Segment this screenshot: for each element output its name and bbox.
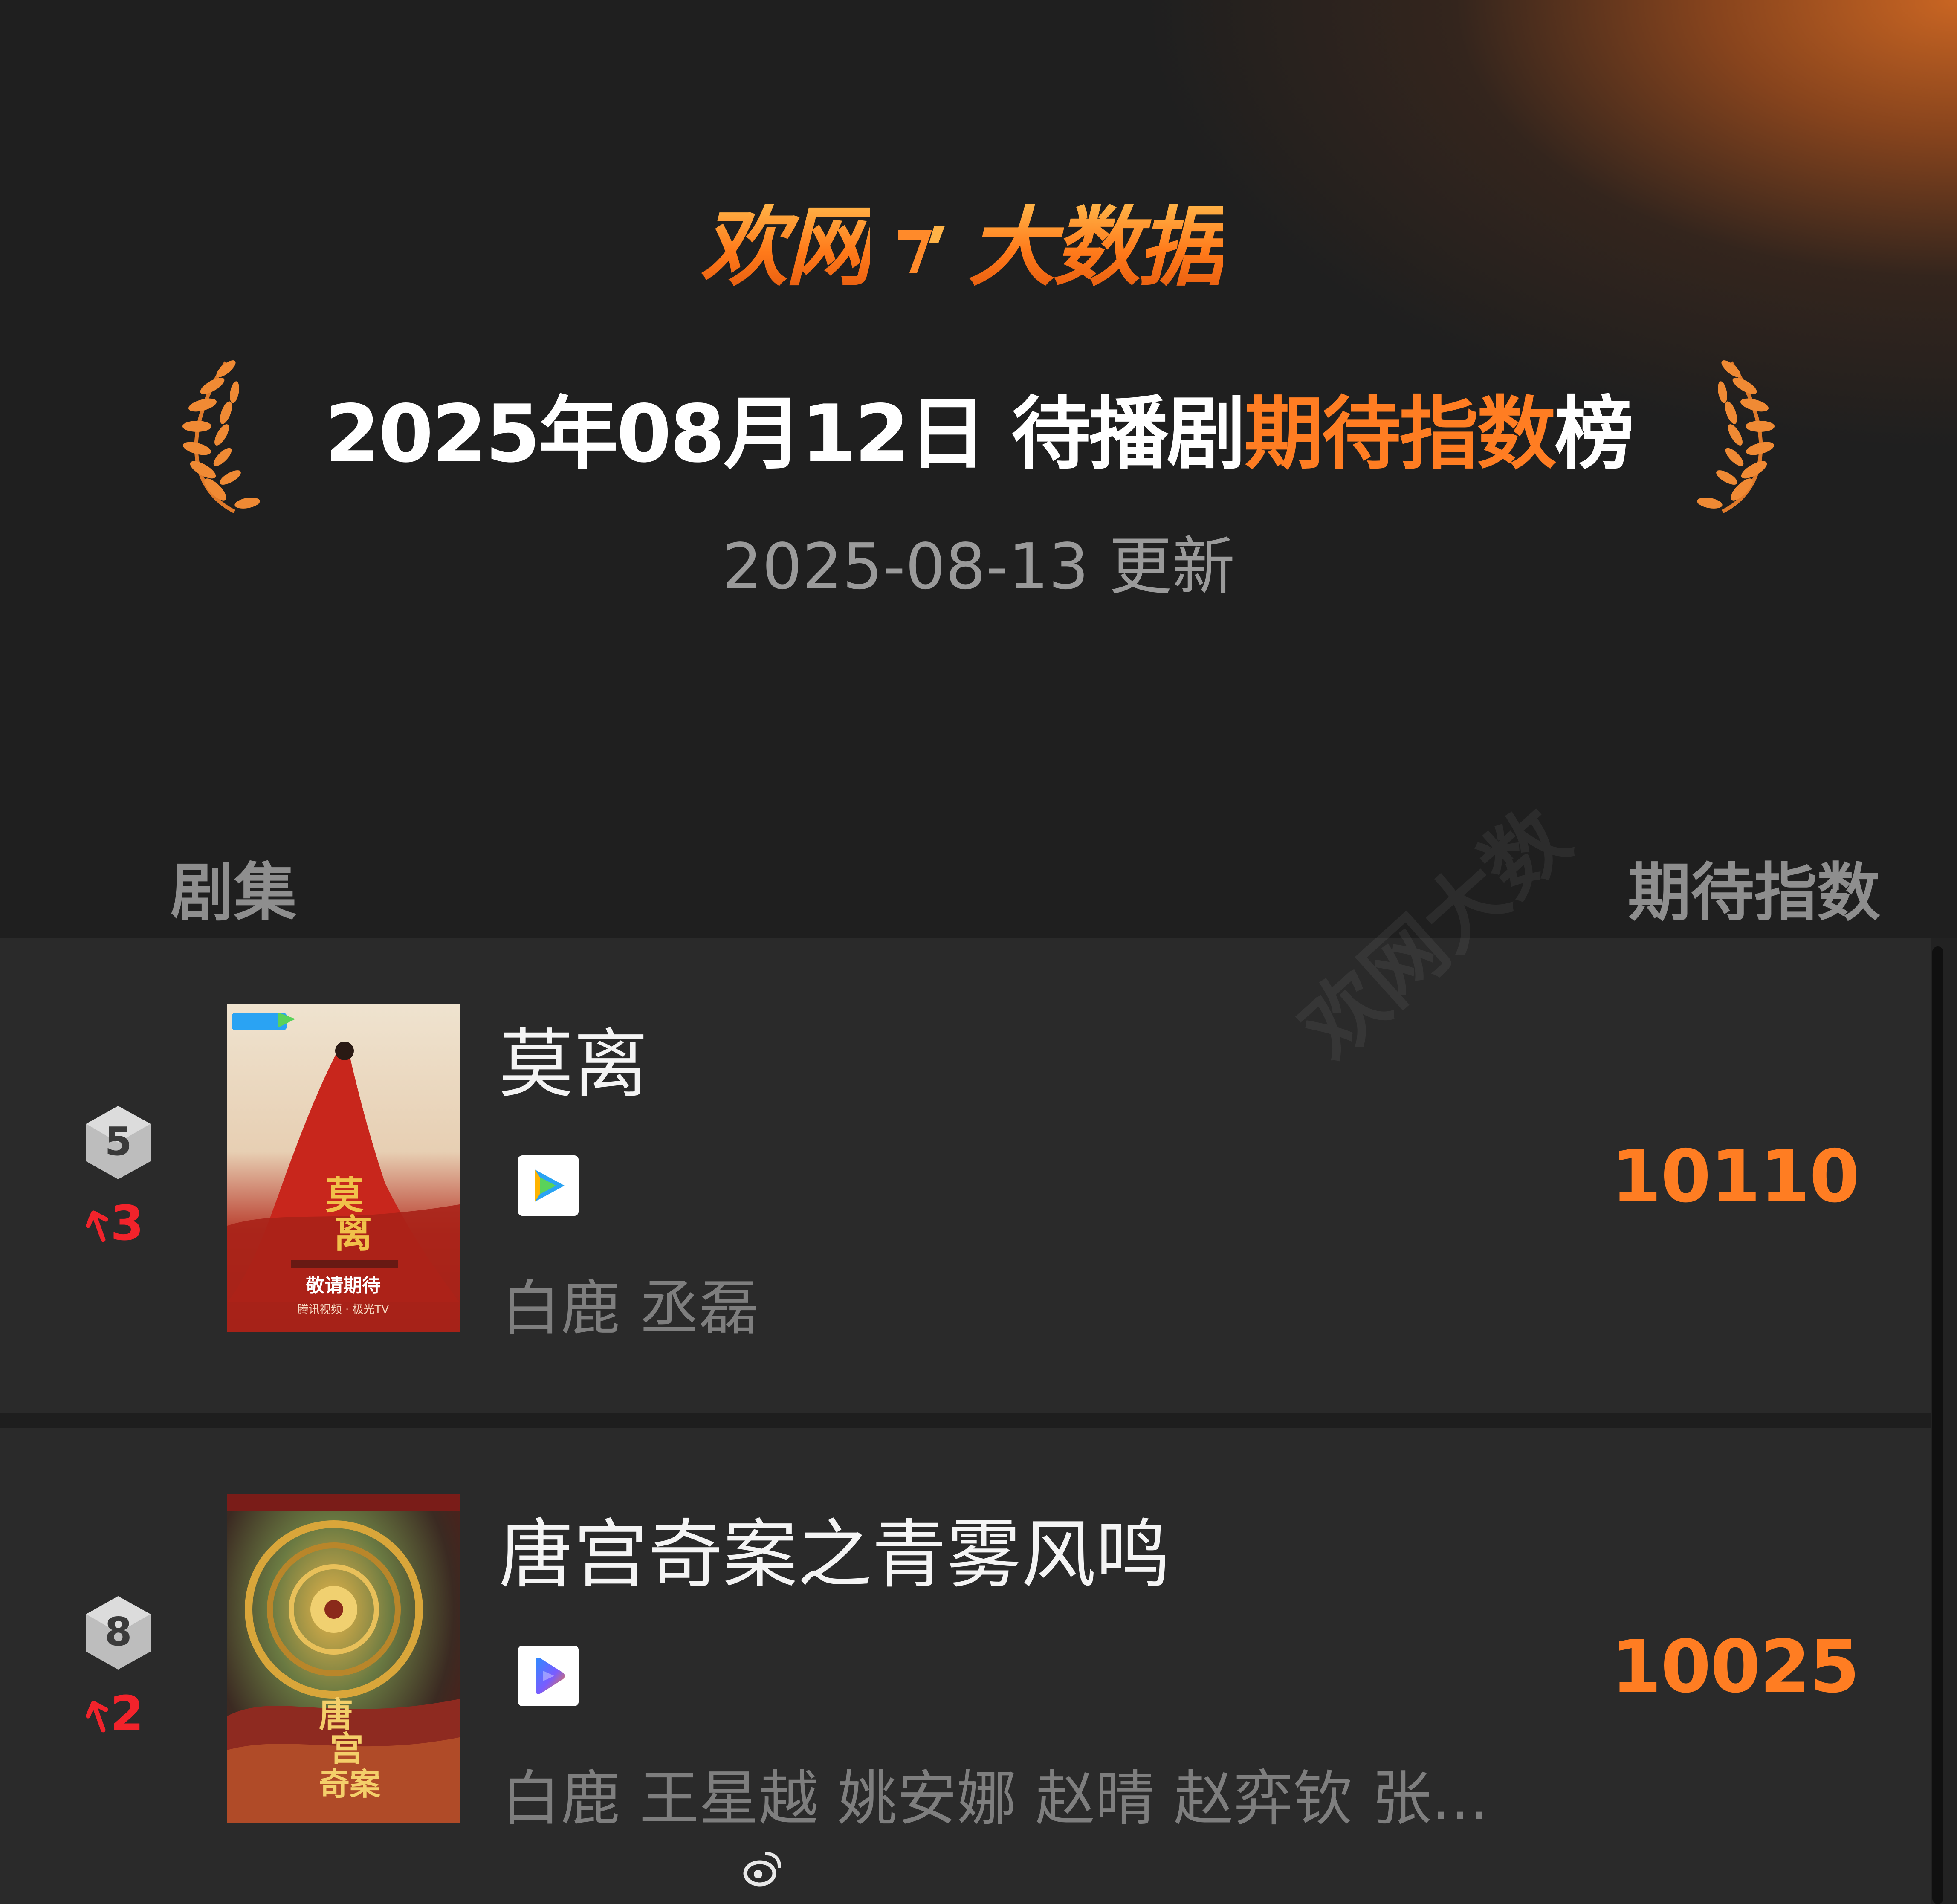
poster-title-text-2: 离 (334, 1211, 372, 1256)
page-title: 2025年08月12日 待播剧期待指数榜 (162, 394, 1795, 474)
show-title[interactable]: 唐宫奇案之青雾风鸣 (499, 1518, 1170, 1592)
rank-number: 5 (104, 1119, 132, 1164)
cast-list: 白鹿 丞磊 (501, 1274, 759, 1343)
arrow-up-icon (86, 1701, 108, 1733)
laurel-right-icon (1697, 360, 1775, 514)
rank-badge: 8 (83, 1594, 153, 1671)
header-banner: 欢网 大数据 2025年08月12日 待播剧期待指数榜 2025-08-13 更… (0, 0, 1957, 938)
scrollbar-thumb[interactable] (1932, 946, 1943, 1904)
show-title[interactable]: 莫离 (499, 1027, 648, 1102)
poster-image[interactable]: 唐 宫 奇案 (227, 1494, 460, 1823)
rank-change: 2 (85, 1688, 158, 1739)
column-header-show: 剧集 (171, 856, 297, 929)
list-item[interactable]: 5 3 莫 离 敬请期待 腾讯视频 · 极光TV 莫离 白鹿 丞磊 10110 (0, 938, 1931, 1413)
brand-logo: 欢网 大数据 (686, 200, 1236, 294)
tencent-video-icon (518, 1155, 579, 1216)
title-date: 2025年08月12日 待播剧 (324, 388, 1246, 480)
cast-list: 白鹿 王星越 姚安娜 赵晴 赵弈钦 张... (501, 1764, 1489, 1834)
poster-footer-text: 腾讯视频 · 极光TV (298, 1303, 389, 1316)
rank-badge: 5 (83, 1104, 153, 1181)
logo-text-right: 大数据 (968, 196, 1225, 298)
expectation-score: 10025 (1611, 1625, 1860, 1709)
expectation-score: 10110 (1611, 1134, 1860, 1219)
ranking-list: 5 3 莫 离 敬请期待 腾讯视频 · 极光TV 莫离 白鹿 丞磊 10110 … (0, 938, 1931, 1904)
title-tail: 榜 (1555, 388, 1634, 480)
rank-number: 8 (104, 1609, 132, 1655)
poster-image[interactable]: 莫 离 敬请期待 腾讯视频 · 极光TV (227, 1004, 460, 1332)
arrow-up-icon (86, 1210, 108, 1242)
list-item[interactable]: 8 2 唐 宫 奇案 唐宫奇案之青雾风鸣 白鹿 王星越 姚安娜 赵晴 赵弈钦 张… (0, 1428, 1931, 1904)
title-row: 2025年08月12日 待播剧期待指数榜 (162, 350, 1795, 520)
logo-mark-icon (897, 226, 945, 273)
title-accent: 期待指数 (1244, 388, 1556, 480)
logo-text-left: 欢网 (700, 196, 873, 298)
rank-change-value: 2 (110, 1686, 144, 1742)
poster-art: 莫 离 敬请期待 腾讯视频 · 极光TV (227, 1004, 460, 1332)
column-header-index: 期待指数 (1628, 856, 1880, 929)
weibo-icon (743, 1852, 781, 1887)
poster-art: 唐 宫 奇案 (227, 1494, 460, 1823)
rank-change-value: 3 (110, 1196, 144, 1251)
poster-banner-text: 敬请期待 (305, 1275, 381, 1296)
rank-change: 3 (85, 1198, 158, 1249)
update-date: 2025-08-13 更新 (722, 530, 1235, 603)
poster-title-text-2: 宫 (330, 1729, 364, 1769)
poster-title-text-3: 奇案 (319, 1766, 381, 1802)
youku-icon (518, 1646, 579, 1706)
